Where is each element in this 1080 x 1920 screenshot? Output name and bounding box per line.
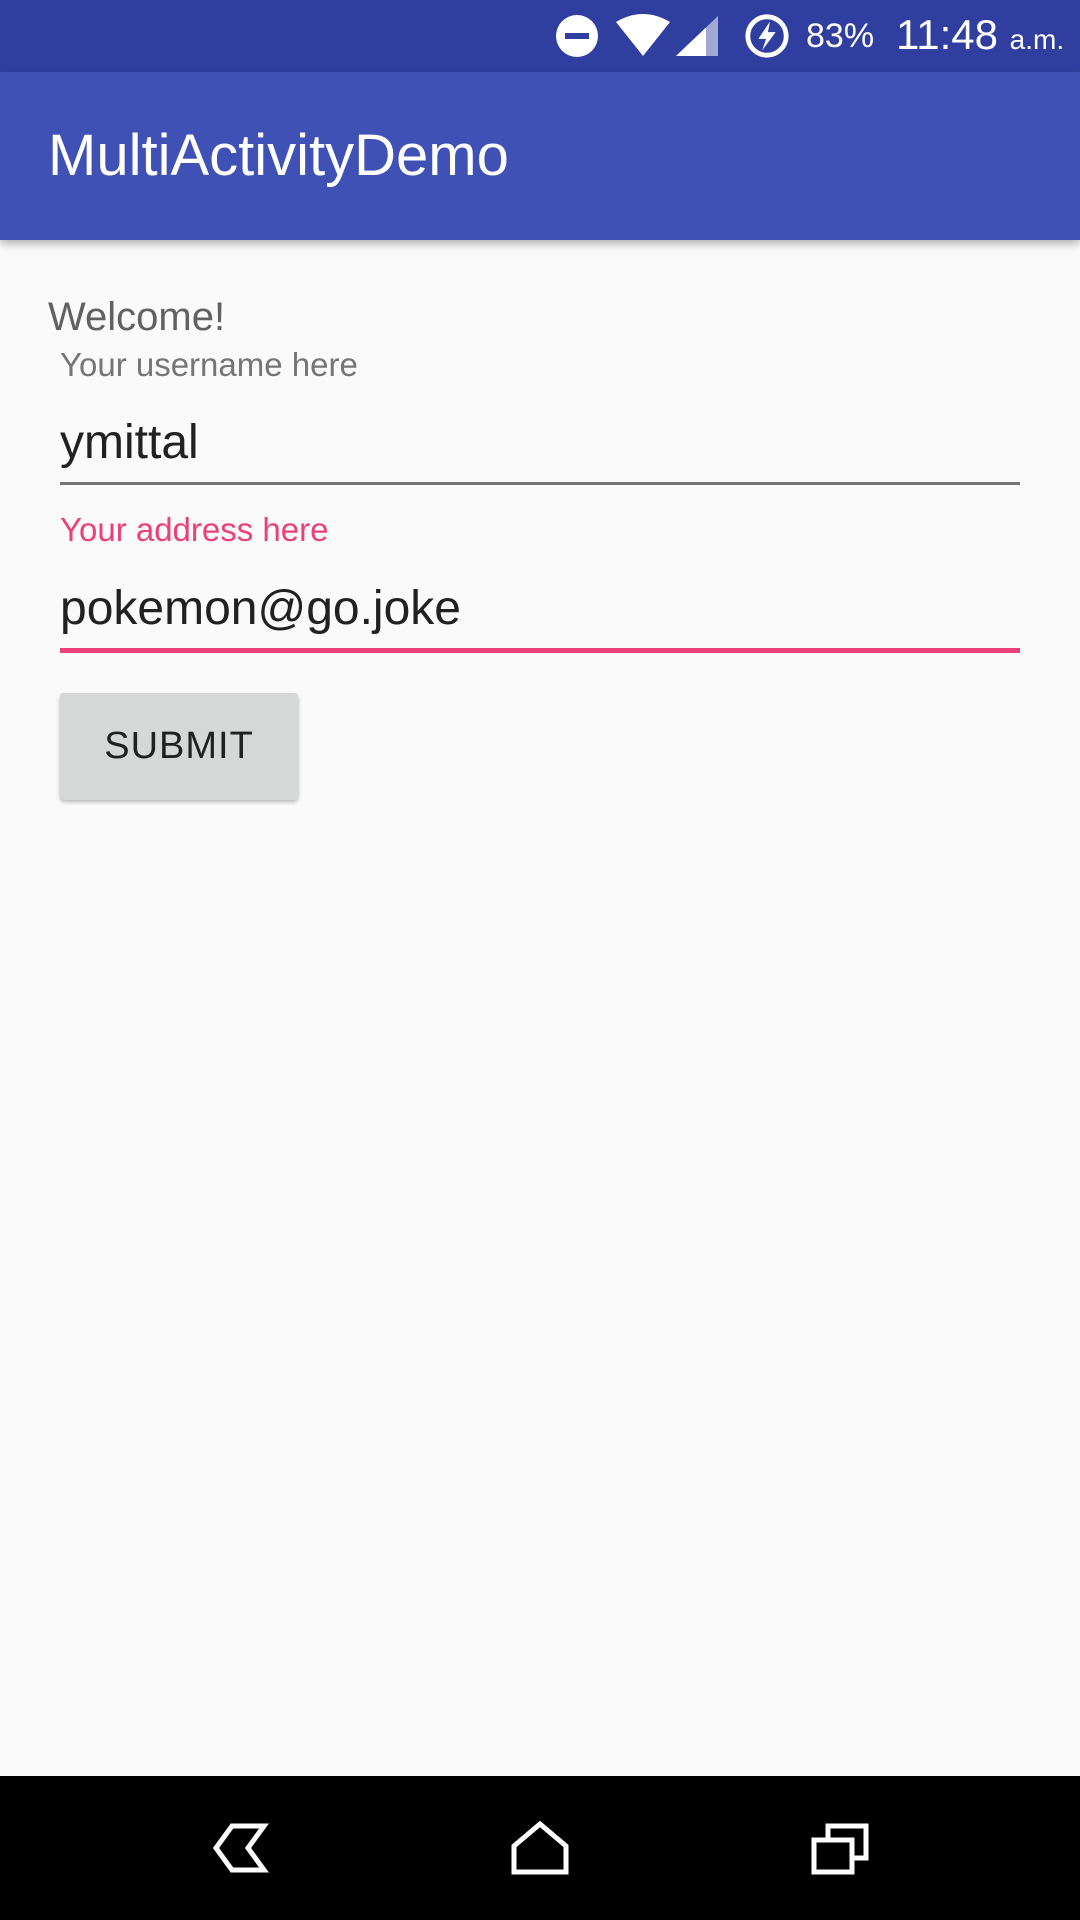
do-not-disturb-icon bbox=[556, 15, 598, 57]
welcome-text: Welcome! bbox=[48, 295, 226, 339]
clock-suffix: a.m. bbox=[1009, 24, 1065, 55]
cell-signal-icon bbox=[676, 16, 718, 56]
recents-icon[interactable] bbox=[810, 1818, 870, 1878]
address-input[interactable] bbox=[60, 578, 1020, 638]
battery-charging-icon bbox=[745, 14, 789, 58]
clock-time: 11:48 bbox=[896, 11, 998, 58]
wifi-icon bbox=[616, 14, 670, 56]
home-icon[interactable] bbox=[510, 1818, 570, 1878]
username-underline bbox=[60, 482, 1020, 485]
navigation-bar bbox=[0, 1776, 1080, 1920]
address-label: Your address here bbox=[60, 511, 329, 548]
address-underline bbox=[60, 648, 1020, 653]
battery-percentage: 83% bbox=[806, 17, 875, 55]
username-input[interactable] bbox=[60, 412, 1020, 472]
status-bar: 83% 11:48 a.m. bbox=[0, 0, 1080, 72]
app-title: MultiActivityDemo bbox=[48, 123, 509, 188]
status-clock: 11:48 a.m. bbox=[896, 10, 1064, 65]
app-bar: MultiActivityDemo bbox=[0, 72, 1080, 240]
submit-button[interactable]: SUBMIT bbox=[60, 693, 298, 800]
back-icon[interactable] bbox=[210, 1818, 270, 1878]
username-label: Your username here bbox=[60, 346, 358, 383]
